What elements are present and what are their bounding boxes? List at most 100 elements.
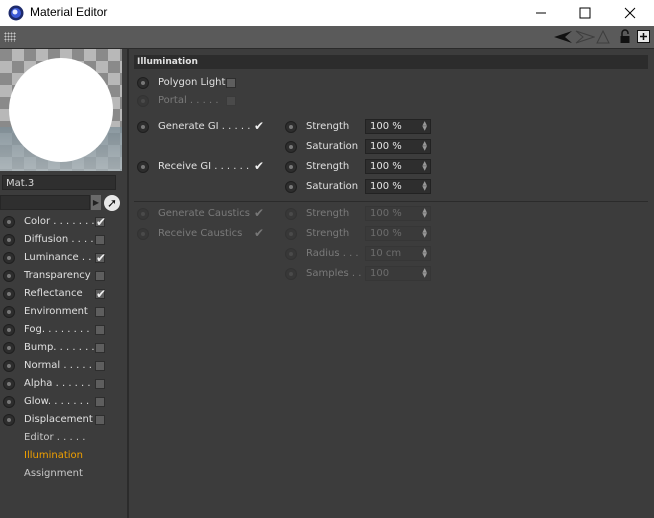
animate-radio-icon[interactable] bbox=[137, 208, 149, 220]
animate-radio-icon[interactable] bbox=[3, 270, 15, 282]
spinner-icon[interactable]: ▲ ▼ bbox=[422, 181, 427, 192]
animate-radio-icon[interactable] bbox=[3, 234, 15, 246]
animate-radio-icon[interactable] bbox=[285, 141, 297, 153]
channel-checkbox[interactable] bbox=[95, 397, 105, 407]
animate-radio-icon[interactable] bbox=[3, 378, 15, 390]
animate-radio-icon[interactable] bbox=[3, 342, 15, 354]
channel-checkbox[interactable]: ✔ bbox=[95, 216, 106, 228]
up-arrow-icon[interactable] bbox=[596, 30, 610, 44]
animate-radio-icon[interactable] bbox=[3, 414, 15, 426]
caustic-strength-field-1[interactable]: 100 % ▲ ▼ bbox=[365, 206, 431, 221]
receive-gi-checkbox[interactable]: ✔ bbox=[254, 160, 264, 172]
forward-arrow-icon[interactable] bbox=[575, 30, 595, 44]
channel-item[interactable]: Diffusion . . . . bbox=[0, 231, 120, 249]
material-preview[interactable] bbox=[0, 49, 122, 171]
new-window-icon[interactable] bbox=[637, 30, 650, 43]
minimize-button[interactable] bbox=[519, 0, 563, 26]
illumination-item[interactable]: Illumination bbox=[24, 450, 83, 461]
animate-radio-icon[interactable] bbox=[285, 121, 297, 133]
channel-item[interactable]: Displacement bbox=[0, 411, 120, 429]
animate-radio-icon[interactable] bbox=[285, 248, 297, 260]
maximize-icon bbox=[579, 7, 591, 19]
animate-radio-icon[interactable] bbox=[285, 161, 297, 173]
generate-gi-checkbox[interactable]: ✔ bbox=[254, 120, 264, 132]
animate-radio-icon[interactable] bbox=[3, 396, 15, 408]
channel-item[interactable]: Luminance . . . ✔ bbox=[0, 249, 120, 267]
channel-checkbox[interactable] bbox=[95, 343, 105, 353]
channel-checkbox[interactable]: ✔ bbox=[95, 252, 106, 264]
samples-field[interactable]: 100 ▲ ▼ bbox=[365, 266, 431, 281]
channel-label: Alpha . . . . . . bbox=[24, 378, 91, 389]
animate-radio-icon[interactable] bbox=[285, 228, 297, 240]
spinner-icon[interactable]: ▲ ▼ bbox=[422, 248, 427, 259]
animate-radio-icon[interactable] bbox=[3, 216, 15, 228]
channel-checkbox[interactable] bbox=[95, 235, 105, 245]
channel-checkbox[interactable] bbox=[95, 271, 105, 281]
generate-caustics-label: Generate Caustics bbox=[158, 208, 250, 219]
spinner-icon[interactable]: ▲ ▼ bbox=[422, 121, 427, 132]
maximize-button[interactable] bbox=[563, 0, 607, 26]
polygon-light-checkbox[interactable] bbox=[226, 78, 236, 88]
spinner-icon[interactable]: ▲ ▼ bbox=[422, 268, 427, 279]
channel-search-field[interactable] bbox=[0, 195, 90, 210]
material-name-field[interactable]: Mat.3 bbox=[2, 175, 116, 190]
radius-field[interactable]: 10 cm ▲ ▼ bbox=[365, 246, 431, 261]
spinner-icon[interactable]: ▲ ▼ bbox=[422, 141, 427, 152]
close-button[interactable] bbox=[608, 0, 652, 26]
animate-radio-icon[interactable] bbox=[285, 268, 297, 280]
channel-item[interactable]: Bump. . . . . . . bbox=[0, 339, 120, 357]
rec-saturation-field[interactable]: 100 % ▲ ▼ bbox=[365, 179, 431, 194]
receive-gi-label: Receive GI . . . . . . bbox=[158, 161, 250, 172]
channel-item[interactable]: Normal . . . . . bbox=[0, 357, 120, 375]
animate-radio-icon[interactable] bbox=[3, 288, 15, 300]
generate-caustics-checkbox[interactable]: ✔ bbox=[254, 207, 264, 219]
animate-radio-icon[interactable] bbox=[3, 252, 15, 264]
animate-radio-icon[interactable] bbox=[137, 77, 149, 89]
gen-strength-field[interactable]: 100 % ▲ ▼ bbox=[365, 119, 431, 134]
portal-checkbox[interactable] bbox=[226, 96, 236, 106]
channel-checkbox[interactable]: ✔ bbox=[95, 288, 106, 300]
spinner-icon[interactable]: ▲ ▼ bbox=[422, 161, 427, 172]
channel-item[interactable]: Environment bbox=[0, 303, 120, 321]
grip-icon[interactable] bbox=[4, 32, 16, 42]
spinner-icon[interactable]: ▲ ▼ bbox=[422, 228, 427, 239]
channel-item[interactable]: Transparency bbox=[0, 267, 120, 285]
caustic-strength-field-2[interactable]: 100 % ▲ ▼ bbox=[365, 226, 431, 241]
expand-arrow-icon[interactable]: ▶ bbox=[91, 195, 101, 210]
channel-item[interactable]: Color . . . . . . . ✔ bbox=[0, 213, 120, 231]
channel-checkbox[interactable] bbox=[95, 307, 105, 317]
gen-saturation-field[interactable]: 100 % ▲ ▼ bbox=[365, 139, 431, 154]
rec-strength-field[interactable]: 100 % ▲ ▼ bbox=[365, 159, 431, 174]
channel-checkbox[interactable] bbox=[95, 415, 105, 425]
animate-radio-icon[interactable] bbox=[137, 121, 149, 133]
channel-checkbox[interactable] bbox=[95, 325, 105, 335]
animate-radio-icon[interactable] bbox=[285, 181, 297, 193]
animate-radio-icon[interactable] bbox=[3, 306, 15, 318]
pick-cursor-icon[interactable]: ➚ bbox=[104, 195, 120, 211]
animate-radio-icon[interactable] bbox=[137, 228, 149, 240]
spinner-icon[interactable]: ▲ ▼ bbox=[422, 208, 427, 219]
channel-label: Glow. . . . . . . bbox=[24, 396, 90, 407]
channel-item[interactable]: Fog. . . . . . . . bbox=[0, 321, 120, 339]
assignment-item[interactable]: Assignment bbox=[24, 468, 83, 479]
channel-label: Reflectance bbox=[24, 288, 83, 299]
channel-label: Normal . . . . . bbox=[24, 360, 92, 371]
rec-saturation-value: 100 % bbox=[370, 181, 402, 192]
illumination-header: Illumination bbox=[134, 55, 648, 69]
lock-icon[interactable] bbox=[619, 29, 631, 44]
receive-caustics-checkbox[interactable]: ✔ bbox=[254, 227, 264, 239]
generate-caustics-row: Generate Caustics ✔ bbox=[136, 205, 276, 223]
portal-label: Portal . . . . . bbox=[158, 95, 219, 106]
channel-item[interactable]: Alpha . . . . . . bbox=[0, 375, 120, 393]
back-arrow-icon[interactable] bbox=[553, 30, 573, 44]
channel-checkbox[interactable] bbox=[95, 379, 105, 389]
channel-item[interactable]: Reflectance ✔ bbox=[0, 285, 120, 303]
channel-checkbox[interactable] bbox=[95, 361, 105, 371]
animate-radio-icon[interactable] bbox=[137, 95, 149, 107]
channel-item[interactable]: Glow. . . . . . . bbox=[0, 393, 120, 411]
animate-radio-icon[interactable] bbox=[285, 208, 297, 220]
animate-radio-icon[interactable] bbox=[3, 324, 15, 336]
animate-radio-icon[interactable] bbox=[137, 161, 149, 173]
animate-radio-icon[interactable] bbox=[3, 360, 15, 372]
editor-item[interactable]: Editor . . . . . bbox=[24, 432, 85, 443]
